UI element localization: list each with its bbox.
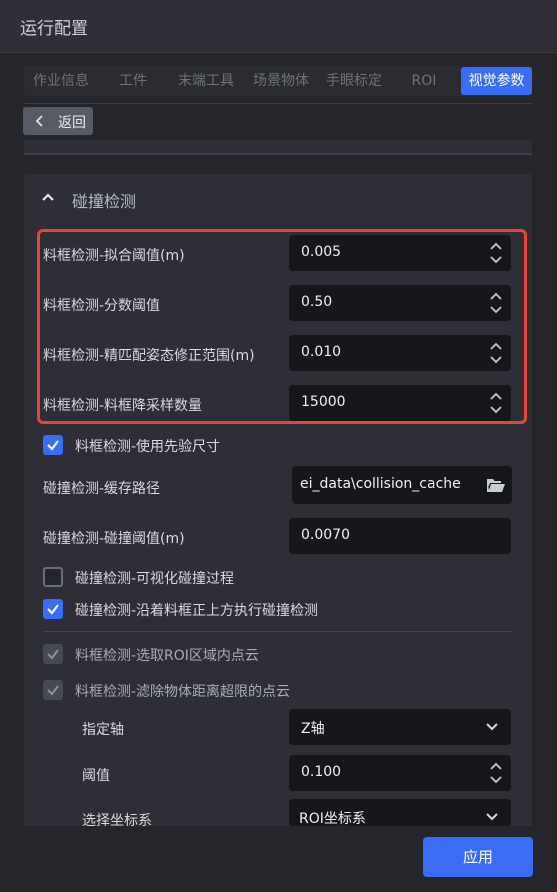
collision-threshold-value: 0.0070 xyxy=(301,527,350,543)
folder-open-icon[interactable] xyxy=(486,477,506,493)
fit-threshold-label: 料框检测-拟合阈值(m) xyxy=(43,248,185,264)
back-button[interactable]: 返回 xyxy=(23,107,93,135)
chevron-left-icon xyxy=(35,115,43,127)
check-icon xyxy=(47,440,59,451)
check-icon xyxy=(47,604,59,615)
spinner-icon[interactable] xyxy=(489,240,503,266)
visualize-collision-checkbox[interactable] xyxy=(43,567,63,587)
spinner-icon[interactable] xyxy=(489,340,503,366)
along-top-checkbox[interactable] xyxy=(43,599,63,619)
spinner-icon[interactable] xyxy=(489,290,503,316)
settings-scroll-area[interactable]: 碰撞检测 料框检测-拟合阈值(m) 0.005 料框检测-分数阈值 0.50 料… xyxy=(24,140,532,826)
pose-correction-range-value: 0.010 xyxy=(301,344,342,360)
filter-far-label: 料框检测-滤除物体距离超限的点云 xyxy=(75,684,291,700)
collision-threshold-label: 碰撞检测-碰撞阈值(m) xyxy=(43,531,185,547)
cache-path-input[interactable]: ei_data\collision_cache xyxy=(292,466,512,504)
axis-select[interactable]: Z轴 xyxy=(289,709,511,745)
select-roi-label: 料框检测-选取ROI区域内点云 xyxy=(75,648,259,664)
tabs-divider xyxy=(24,103,532,104)
check-icon xyxy=(47,685,59,696)
tab-roi[interactable]: ROI xyxy=(396,66,452,96)
coord-label: 选择坐标系 xyxy=(82,813,152,826)
window-title: 运行配置 xyxy=(20,19,88,39)
chevron-up-icon xyxy=(42,193,54,201)
axis-label: 指定轴 xyxy=(82,722,124,738)
downsample-count-label: 料框检测-料框降采样数量 xyxy=(43,398,203,414)
filter-far-checkbox xyxy=(43,680,63,700)
visualize-collision-label: 碰撞检测-可视化碰撞过程 xyxy=(75,571,235,587)
threshold-label: 阈值 xyxy=(82,768,110,784)
collision-threshold-input[interactable]: 0.0070 xyxy=(289,518,511,554)
select-roi-checkbox xyxy=(43,644,63,664)
score-threshold-label: 料框检测-分数阈值 xyxy=(43,298,161,314)
tab-end-tool[interactable]: 末端工具 xyxy=(170,66,242,96)
threshold-value: 0.100 xyxy=(301,764,342,780)
chevron-down-icon xyxy=(486,723,498,731)
spinner-icon[interactable] xyxy=(489,390,503,416)
tab-workpiece[interactable]: 工件 xyxy=(106,66,160,96)
section-header[interactable]: 碰撞检测 xyxy=(24,174,532,222)
section-title: 碰撞检测 xyxy=(72,192,137,211)
downsample-count-input[interactable]: 15000 xyxy=(289,385,511,421)
title-bar: 运行配置 xyxy=(0,0,557,53)
spinner-icon[interactable] xyxy=(489,760,503,786)
cache-path-label: 碰撞检测-缓存路径 xyxy=(43,481,161,497)
use-prior-size-label: 料框检测-使用先验尺寸 xyxy=(75,439,221,455)
pose-correction-range-input[interactable]: 0.010 xyxy=(289,335,511,371)
pose-correction-range-label: 料框检测-精匹配姿态修正范围(m) xyxy=(43,348,255,364)
fit-threshold-input[interactable]: 0.005 xyxy=(289,235,511,271)
score-threshold-input[interactable]: 0.50 xyxy=(289,285,511,321)
previous-section-bottom xyxy=(24,140,532,155)
coord-value: ROI坐标系 xyxy=(299,811,366,826)
tab-scene-objects[interactable]: 场景物体 xyxy=(245,66,317,96)
check-icon xyxy=(47,649,59,660)
axis-value: Z轴 xyxy=(301,721,325,737)
along-top-label: 碰撞检测-沿着料框正上方执行碰撞检测 xyxy=(75,603,319,619)
coord-select[interactable]: ROI坐标系 xyxy=(289,799,511,826)
tab-bar: 作业信息 工件 末端工具 场景物体 手眼标定 ROI 视觉参数 xyxy=(24,66,532,96)
downsample-count-value: 15000 xyxy=(301,394,346,410)
score-threshold-value: 0.50 xyxy=(301,294,333,310)
use-prior-size-checkbox[interactable] xyxy=(43,435,63,455)
tab-vision-params[interactable]: 视觉参数 xyxy=(461,67,532,95)
cache-path-value: ei_data\collision_cache xyxy=(300,476,461,492)
chevron-down-icon xyxy=(486,813,498,821)
back-label: 返回 xyxy=(58,115,86,131)
tab-hand-eye-calibration[interactable]: 手眼标定 xyxy=(318,66,390,96)
fit-threshold-value: 0.005 xyxy=(301,244,342,260)
section-divider xyxy=(43,631,513,632)
tab-job-info[interactable]: 作业信息 xyxy=(24,66,98,96)
collision-detection-card: 碰撞检测 料框检测-拟合阈值(m) 0.005 料框检测-分数阈值 0.50 料… xyxy=(24,174,532,826)
threshold-input[interactable]: 0.100 xyxy=(289,755,511,791)
apply-button[interactable]: 应用 xyxy=(423,837,533,877)
config-window: 运行配置 作业信息 工件 末端工具 场景物体 手眼标定 ROI 视觉参数 返回 … xyxy=(0,0,557,892)
